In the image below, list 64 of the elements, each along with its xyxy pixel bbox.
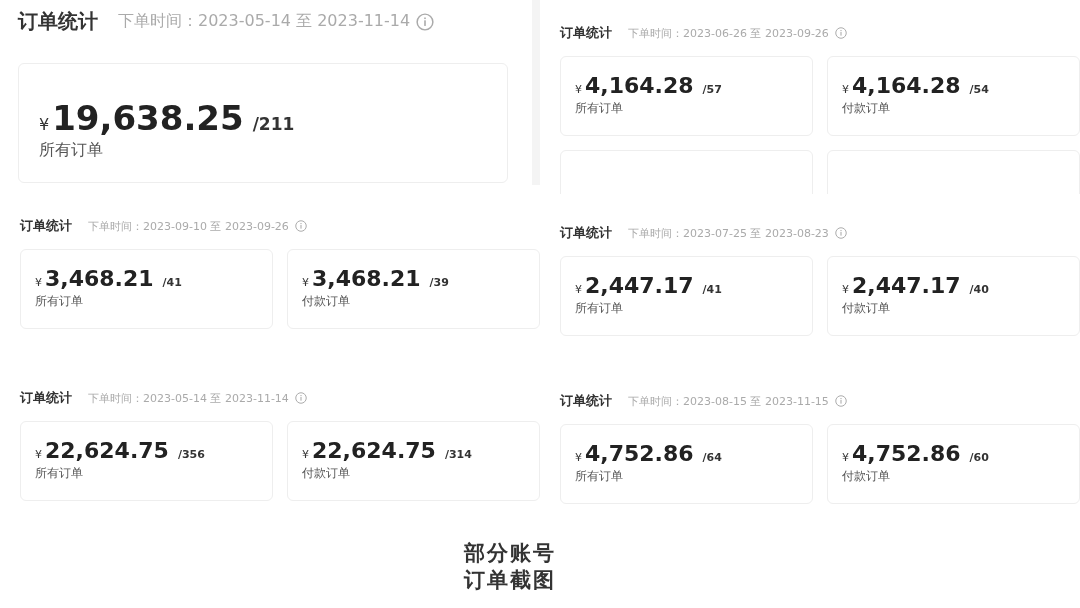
amount: 22,624.75 [45,438,169,463]
order-count: /41 [702,283,722,296]
card-label: 所有订单 [39,140,104,161]
currency-sign: ¥ [575,83,582,96]
info-icon[interactable] [416,12,435,31]
currency-sign: ¥ [842,283,849,296]
order-count: /314 [444,448,472,461]
card-label: 所有订单 [35,293,84,310]
date-range: 下单时间：2023-06-26 至 2023-09-26 [628,25,829,41]
order-count: /41 [162,276,182,289]
currency-sign: ¥ [35,448,42,461]
section-title: 订单统计 [560,224,612,242]
order-count: /54 [969,83,989,96]
amount: 19,638.25 [52,98,244,138]
card-label: 付款订单 [302,465,351,482]
amount: 3,468.21 [312,266,421,291]
card-label: 付款订单 [842,300,891,317]
date-range: 下单时间：2023-05-14 至 2023-11-14 [118,11,411,32]
info-icon[interactable] [834,227,847,239]
order-count: /64 [702,451,722,464]
order-count: /39 [429,276,449,289]
currency-sign: ¥ [575,283,582,296]
card-label: 付款订单 [842,468,891,485]
order-count: /40 [969,283,989,296]
date-range: 下单时间：2023-08-15 至 2023-11-15 [628,393,829,409]
info-icon[interactable] [834,395,847,407]
order-count: /60 [969,451,989,464]
card-label: 所有订单 [575,300,624,317]
section-title: 订单统计 [560,24,612,42]
currency-sign: ¥ [575,451,582,464]
card-label: 付款订单 [842,100,891,117]
card-label: 所有订单 [35,465,84,482]
amount: 22,624.75 [312,438,436,463]
currency-sign: ¥ [842,83,849,96]
amount: 4,164.28 [852,73,961,98]
info-icon[interactable] [294,220,307,232]
caption-text: 部分账号 [464,540,556,567]
card-label: 所有订单 [575,100,624,117]
date-range: 下单时间：2023-05-14 至 2023-11-14 [88,390,289,406]
section-title: 订单统计 [18,8,98,35]
order-count: /211 [252,114,295,134]
amount: 2,447.17 [585,273,694,298]
currency-sign: ¥ [302,448,309,461]
currency-sign: ¥ [842,451,849,464]
order-count: /57 [702,83,722,96]
currency-sign: ¥ [35,276,42,289]
info-icon[interactable] [294,392,307,404]
card-label: 付款订单 [302,293,351,310]
card-label: 所有订单 [575,468,624,485]
date-range: 下单时间：2023-07-25 至 2023-08-23 [628,225,829,241]
section-title: 订单统计 [20,217,72,235]
order-count: /356 [177,448,205,461]
amount: 4,752.86 [585,441,694,466]
amount: 2,447.17 [852,273,961,298]
amount: 3,468.21 [45,266,154,291]
amount: 4,752.86 [852,441,961,466]
date-range: 下单时间：2023-09-10 至 2023-09-26 [88,218,289,234]
currency-sign: ¥ [302,276,309,289]
caption-text: 订单截图 [464,567,556,595]
amount: 4,164.28 [585,73,694,98]
section-title: 订单统计 [560,392,612,410]
info-icon[interactable] [834,27,847,39]
currency-sign: ¥ [39,115,50,134]
section-title: 订单统计 [20,389,72,407]
